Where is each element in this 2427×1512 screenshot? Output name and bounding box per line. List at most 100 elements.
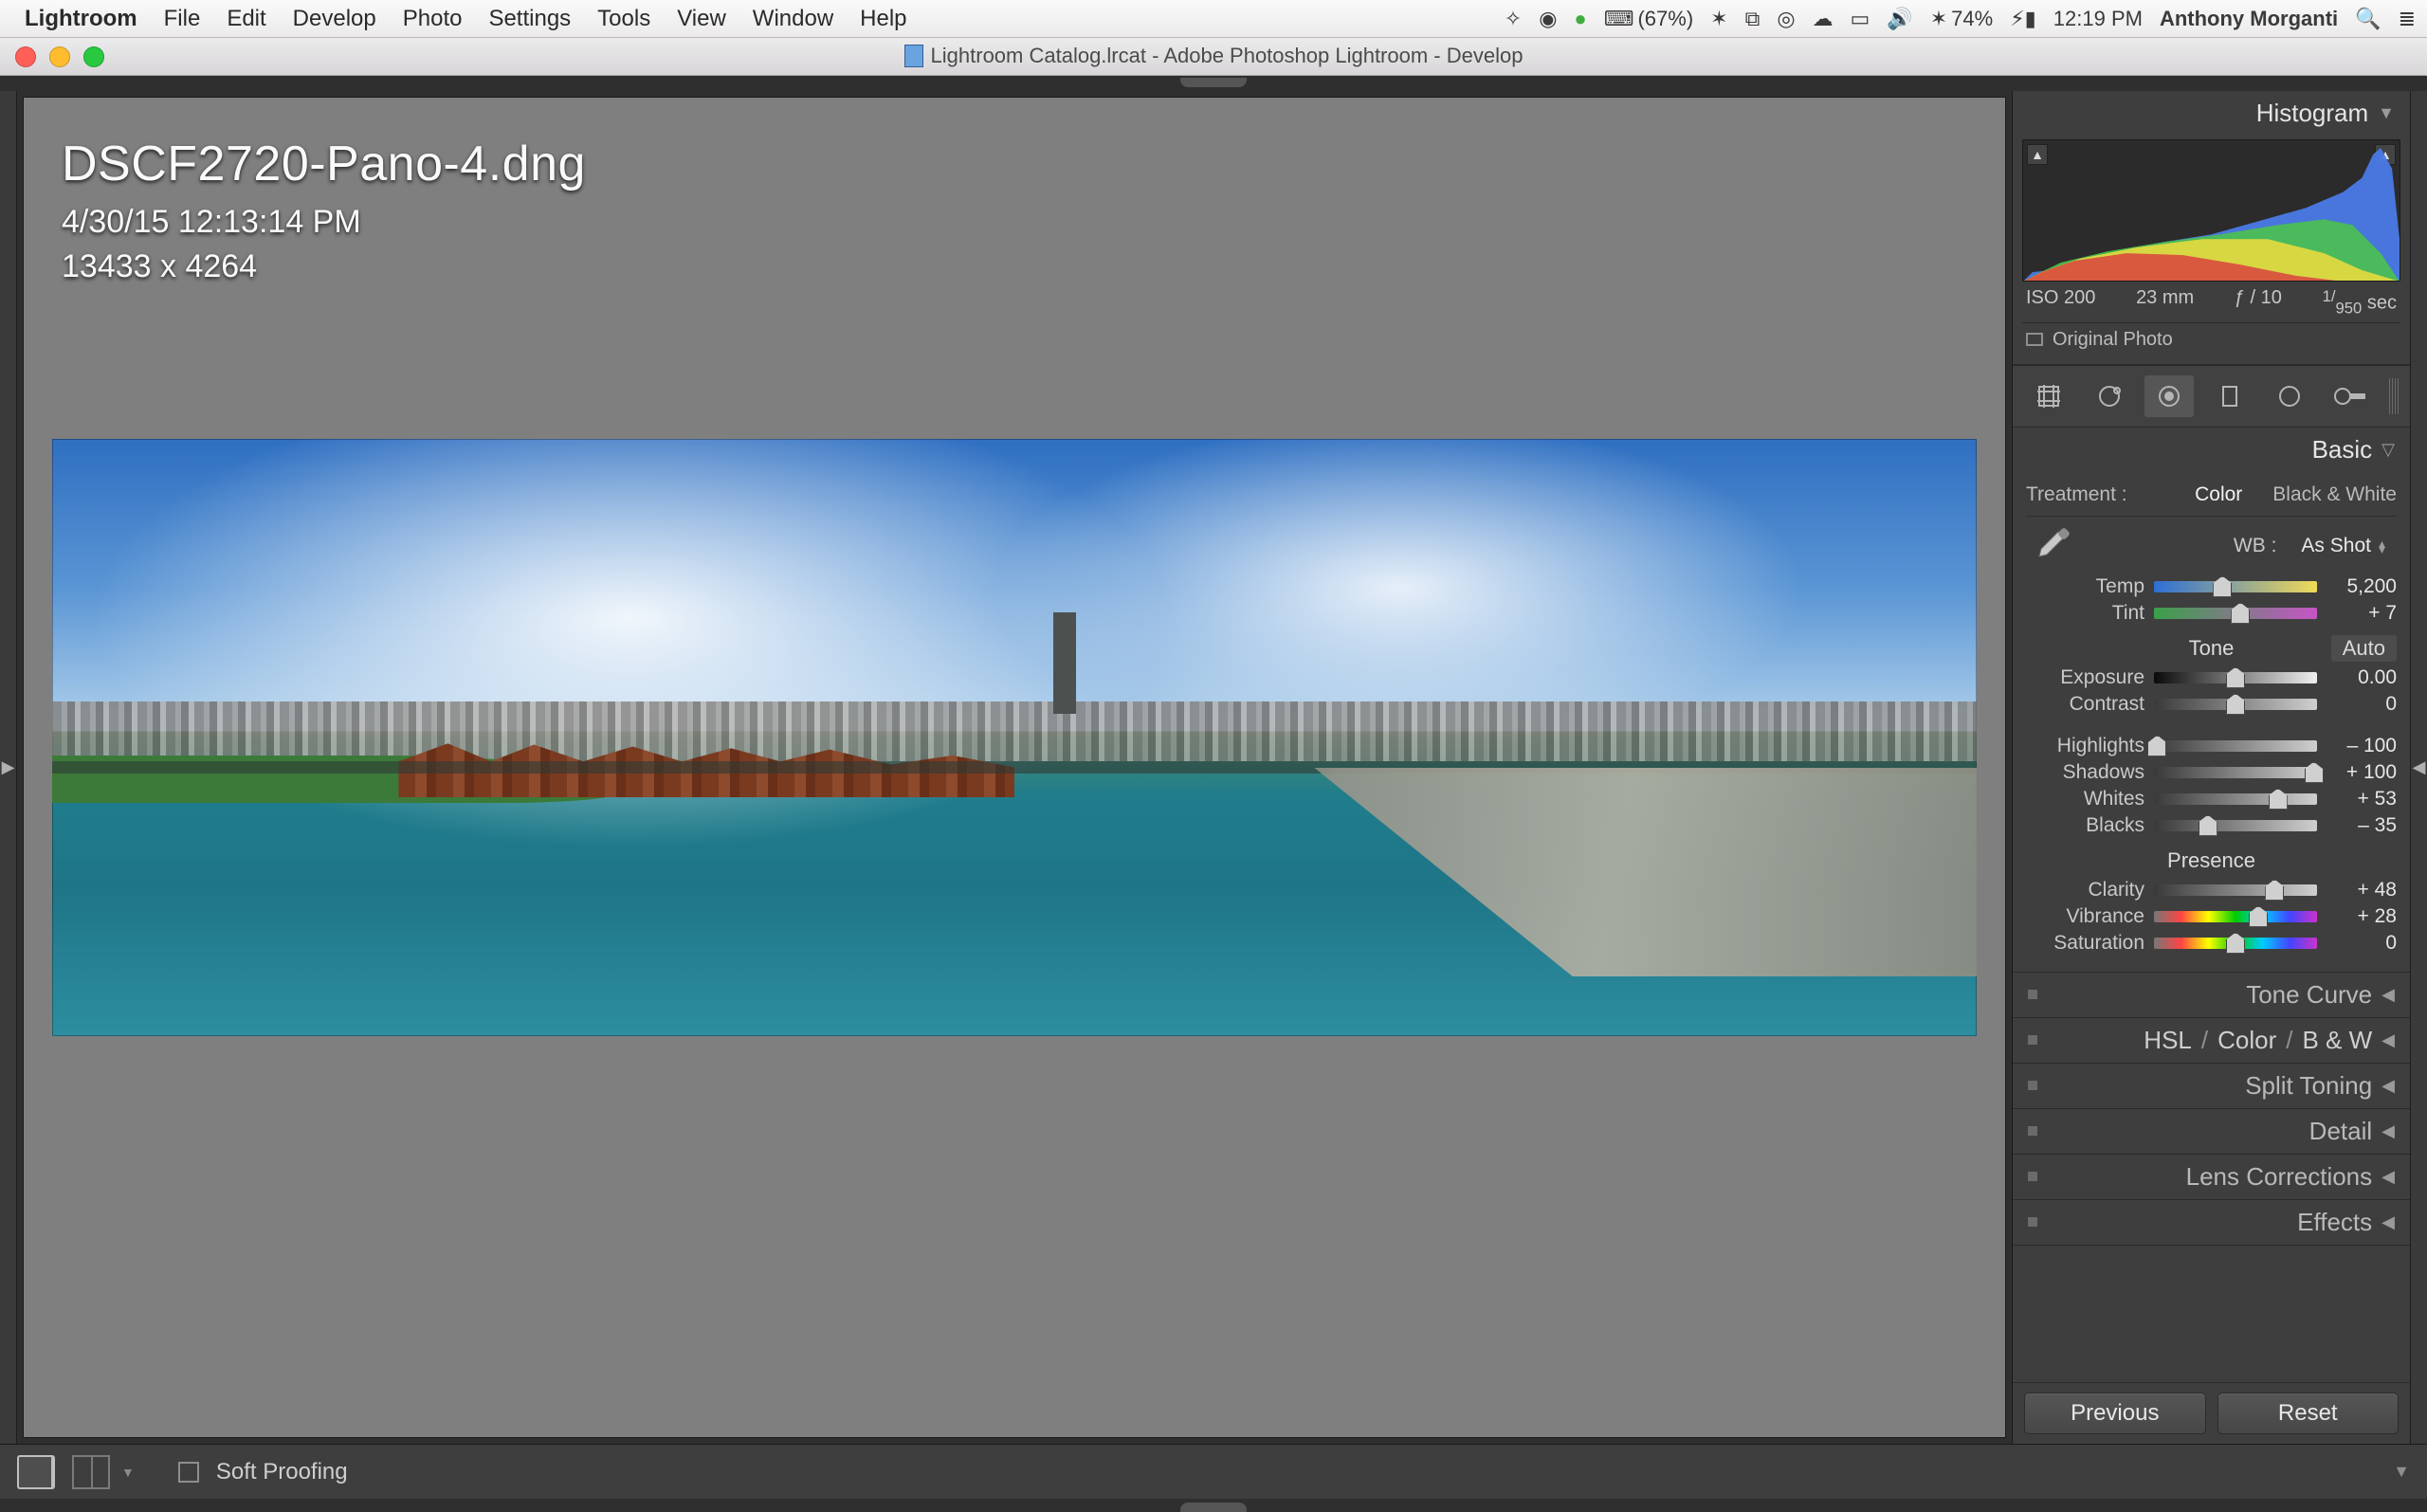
keyboard-batt-icon[interactable]: ⌨ (67%) (1604, 7, 1693, 31)
spot-removal-tool-button[interactable] (2085, 375, 2134, 417)
blacks-slider[interactable] (2154, 820, 2317, 831)
battery-icon[interactable]: ⚡︎▮ (2010, 7, 2036, 31)
minimize-window-button[interactable] (49, 46, 70, 67)
tone-curve-panel-header[interactable]: Tone Curve◀ (2013, 973, 2410, 1018)
contrast-value[interactable]: 0 (2327, 693, 2397, 716)
detail-panel-header[interactable]: Detail◀ (2013, 1109, 2410, 1155)
graduated-filter-tool-button[interactable] (2205, 375, 2254, 417)
temp-slider[interactable] (2154, 581, 2317, 592)
status-dot-icon[interactable]: ● (1574, 7, 1586, 31)
clock[interactable]: 12:19 PM (2053, 7, 2143, 31)
clarity-value[interactable]: + 48 (2327, 879, 2397, 902)
whites-slider[interactable] (2154, 793, 2317, 805)
right-panel-toggle[interactable]: ◀ (2410, 91, 2427, 1444)
cloud-icon[interactable]: ☁︎ (1813, 7, 1834, 31)
original-photo-row[interactable]: Original Photo (2022, 322, 2400, 358)
wb-preset-select[interactable]: As Shot▴▾ (2290, 533, 2397, 559)
auto-tone-button[interactable]: Auto (2331, 635, 2397, 662)
menu-photo[interactable]: Photo (403, 6, 463, 32)
exposure-value[interactable]: 0.00 (2327, 666, 2397, 689)
chevron-left-icon: ◀ (2381, 1212, 2395, 1232)
image-canvas[interactable]: DSCF2720-Pano-4.dng 4/30/15 12:13:14 PM … (23, 97, 2006, 1438)
soft-proofing-label: Soft Proofing (216, 1459, 348, 1485)
effects-panel-header[interactable]: Effects◀ (2013, 1200, 2410, 1246)
notification-center-icon[interactable]: ≣ (2399, 7, 2416, 31)
aperture-value: ƒ / 10 (2235, 287, 2282, 319)
panel-switch-icon[interactable] (2028, 1081, 2037, 1090)
menu-view[interactable]: View (677, 6, 726, 32)
loupe-view-button[interactable] (17, 1455, 55, 1489)
before-after-button[interactable] (72, 1455, 110, 1489)
whites-value[interactable]: + 53 (2327, 788, 2397, 811)
zoom-window-button[interactable] (83, 46, 104, 67)
vibrance-slider[interactable] (2154, 911, 2317, 922)
spotlight-icon[interactable]: 🔍 (2355, 7, 2381, 31)
highlights-value[interactable]: – 100 (2327, 735, 2397, 757)
histogram-header[interactable]: Histogram▼ (2013, 91, 2410, 136)
chevron-left-icon: ◀ (2381, 1030, 2395, 1050)
menu-window[interactable]: Window (753, 6, 833, 32)
menu-file[interactable]: File (164, 6, 201, 32)
volume-icon[interactable]: 🔊 (1887, 7, 1912, 31)
saturation-value[interactable]: 0 (2327, 932, 2397, 955)
tint-value[interactable]: + 7 (2327, 602, 2397, 625)
panel-switch-icon[interactable] (2028, 1217, 2037, 1227)
clarity-slider[interactable] (2154, 884, 2317, 896)
panel-switch-icon[interactable] (2028, 990, 2037, 999)
highlights-slider[interactable] (2154, 740, 2317, 752)
filmstrip-handle[interactable] (0, 1499, 2427, 1512)
split-toning-panel-header[interactable]: Split Toning◀ (2013, 1064, 2410, 1109)
window-titlebar[interactable]: Lightroom Catalog.lrcat - Adobe Photosho… (0, 38, 2427, 76)
shadows-slider[interactable] (2154, 767, 2317, 778)
menu-help[interactable]: Help (860, 6, 906, 32)
exposure-slider[interactable] (2154, 672, 2317, 683)
hsl-panel-header[interactable]: HSL/Color/B & W ◀ (2013, 1018, 2410, 1064)
creative-cloud-icon[interactable]: ◉ (1539, 7, 1557, 31)
shadows-value[interactable]: + 100 (2327, 761, 2397, 784)
bottom-toolbar: ▼ Soft Proofing ▼ (0, 1444, 2427, 1499)
histogram[interactable]: ▲ ▲ (2022, 139, 2400, 282)
adjustment-brush-tool-button[interactable] (2326, 375, 2375, 417)
crop-tool-button[interactable] (2024, 375, 2073, 417)
disc-icon[interactable]: ◎ (1777, 7, 1795, 31)
previous-button[interactable]: Previous (2024, 1393, 2206, 1434)
crossed-tools-icon[interactable]: ✶ (1710, 7, 1727, 31)
toolbar-options-caret-icon[interactable]: ▼ (2393, 1462, 2410, 1482)
contrast-label: Contrast (2026, 693, 2144, 716)
before-after-menu-caret-icon[interactable]: ▼ (121, 1465, 135, 1480)
panel-switch-icon[interactable] (2028, 1035, 2037, 1045)
image-info-overlay: DSCF2720-Pano-4.dng 4/30/15 12:13:14 PM … (62, 136, 586, 285)
menu-settings[interactable]: Settings (488, 6, 571, 32)
app-menu[interactable]: Lightroom (25, 6, 137, 32)
basic-panel-header[interactable]: Basic▽ (2013, 428, 2410, 472)
treatment-bw[interactable]: Black & White (2272, 483, 2397, 506)
vibrance-value[interactable]: + 28 (2327, 905, 2397, 928)
display-mirror-icon[interactable]: ⧉ (1745, 7, 1761, 31)
shadows-label: Shadows (2026, 761, 2144, 784)
close-window-button[interactable] (15, 46, 36, 67)
user-name[interactable]: Anthony Morganti (2160, 7, 2338, 31)
menu-edit[interactable]: Edit (227, 6, 265, 32)
top-panel-handle[interactable] (0, 76, 2427, 91)
reset-button[interactable]: Reset (2217, 1393, 2400, 1434)
white-balance-eyedropper-button[interactable] (2026, 524, 2073, 568)
soft-proofing-checkbox[interactable] (178, 1462, 199, 1483)
wifi-icon[interactable]: ✶ 74% (1930, 7, 1993, 31)
saturation-slider[interactable] (2154, 938, 2317, 949)
mac-menu-bar[interactable]: Lightroom File Edit Develop Photo Settin… (0, 0, 2427, 38)
menu-tools[interactable]: Tools (597, 6, 650, 32)
temp-value[interactable]: 5,200 (2327, 575, 2397, 598)
treatment-color[interactable]: Color (2195, 483, 2242, 506)
airplay-icon[interactable]: ▭ (1851, 7, 1870, 31)
dropbox-icon[interactable]: ✧ (1505, 7, 1522, 31)
contrast-slider[interactable] (2154, 699, 2317, 710)
radial-filter-tool-button[interactable] (2265, 375, 2314, 417)
panel-switch-icon[interactable] (2028, 1172, 2037, 1181)
panel-switch-icon[interactable] (2028, 1126, 2037, 1136)
left-panel-toggle[interactable]: ▶ (0, 91, 17, 1444)
blacks-value[interactable]: – 35 (2327, 814, 2397, 837)
redeye-tool-button[interactable] (2144, 375, 2194, 417)
menu-develop[interactable]: Develop (293, 6, 376, 32)
tint-slider[interactable] (2154, 608, 2317, 619)
lens-corrections-panel-header[interactable]: Lens Corrections◀ (2013, 1155, 2410, 1200)
